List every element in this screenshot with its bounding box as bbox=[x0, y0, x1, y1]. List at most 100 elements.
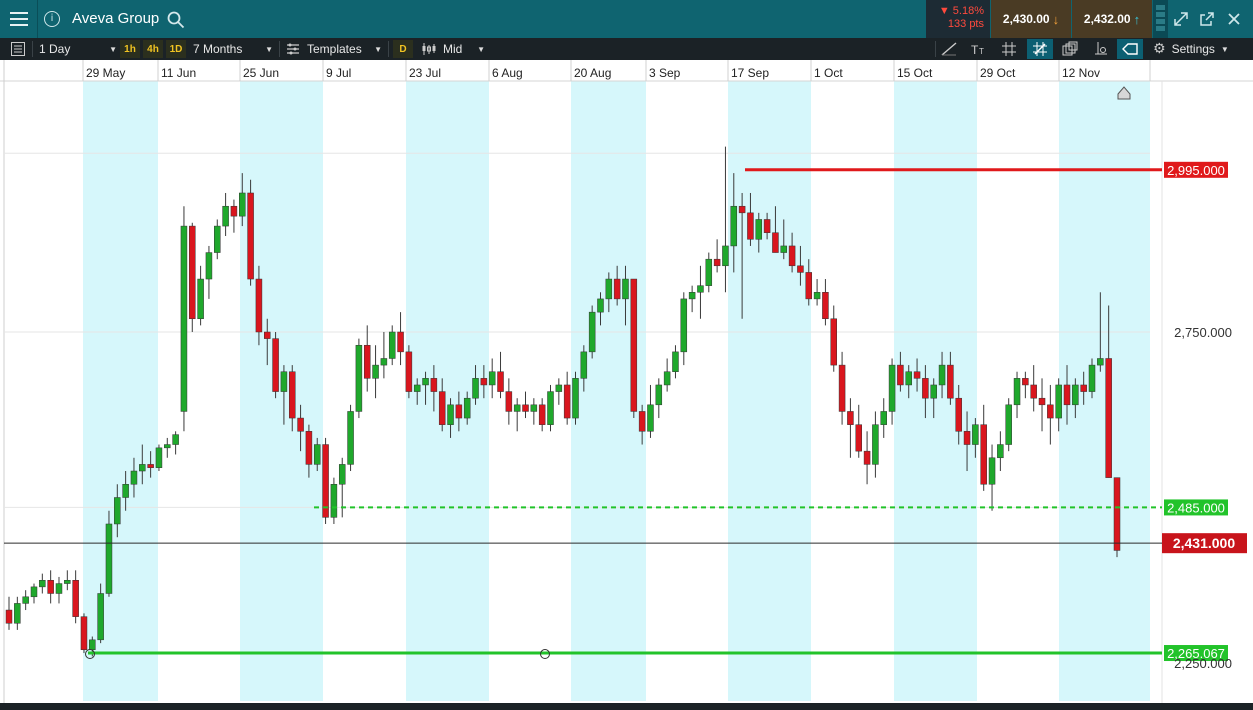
candles-icon bbox=[422, 43, 436, 55]
candle-body bbox=[538, 404, 546, 425]
candle-body bbox=[555, 384, 563, 392]
candle-body bbox=[972, 424, 979, 445]
candle-body bbox=[1022, 378, 1029, 386]
candle-body bbox=[988, 457, 996, 485]
candle-body bbox=[355, 344, 363, 412]
d-button[interactable]: D bbox=[393, 40, 413, 58]
info-button[interactable]: i bbox=[38, 0, 66, 38]
close-icon[interactable] bbox=[1226, 11, 1242, 27]
candle-body bbox=[22, 596, 29, 604]
chevron-down-icon: ▼ bbox=[109, 44, 117, 54]
candle-body bbox=[713, 258, 721, 267]
candle-body bbox=[430, 378, 438, 392]
candle-body bbox=[55, 583, 63, 594]
menu-button[interactable] bbox=[0, 0, 38, 38]
candle-body bbox=[438, 391, 446, 425]
candle-body bbox=[239, 192, 246, 217]
candle-body bbox=[372, 364, 379, 379]
candle-body bbox=[838, 364, 846, 412]
trading-app: i Aveva Group ▼ 5.18% 133 pts 2,430.00 ↓ … bbox=[0, 0, 1253, 710]
layers-icon[interactable] bbox=[1062, 41, 1078, 56]
candle-body bbox=[488, 371, 496, 386]
popout-icon[interactable] bbox=[1199, 11, 1215, 27]
candle-body bbox=[230, 205, 238, 217]
candle-body bbox=[655, 384, 663, 406]
candle-body bbox=[580, 351, 588, 379]
candle-body bbox=[147, 464, 154, 468]
candle-body bbox=[130, 470, 138, 485]
alerts-button[interactable] bbox=[1117, 39, 1143, 59]
buy-button[interactable]: 2,432.00 ↑ bbox=[1072, 0, 1152, 38]
draw-line-icon[interactable] bbox=[941, 42, 957, 56]
y-axis-label: 2,250.000 bbox=[1174, 656, 1232, 671]
range-select[interactable]: 7 Months ▼ bbox=[193, 38, 273, 60]
interval-select[interactable]: 1 Day ▼ bbox=[39, 38, 117, 60]
candle-body bbox=[447, 404, 454, 425]
chart-canvas[interactable]: 29 May 11 Jun 25 Jun 9 Jul 23 Jul 6 Aug 20 Aug… bbox=[0, 60, 1253, 710]
period-band bbox=[728, 81, 811, 701]
grid-icon[interactable] bbox=[1002, 42, 1016, 56]
interval-1d-button[interactable]: 1D bbox=[166, 40, 186, 58]
candle-body bbox=[64, 580, 71, 584]
candle-body bbox=[155, 447, 163, 468]
gear-icon: ⚙ bbox=[1153, 41, 1166, 57]
candle-body bbox=[288, 371, 296, 419]
candle-body bbox=[1113, 477, 1121, 551]
interval-4h-button[interactable]: 4h bbox=[143, 40, 163, 58]
candle-body bbox=[338, 464, 346, 485]
candle-body bbox=[413, 384, 421, 392]
candle-body bbox=[797, 265, 804, 273]
buy-arrow-icon: ↑ bbox=[1133, 11, 1141, 27]
candle-body bbox=[380, 358, 388, 366]
x-axis-label: 23 Jul bbox=[409, 66, 441, 80]
indicators-icon[interactable] bbox=[1093, 41, 1109, 56]
chart-bottom-bar bbox=[0, 703, 1253, 710]
crosshair-grid-button[interactable] bbox=[1027, 39, 1053, 59]
candle-body bbox=[772, 232, 779, 253]
crosshair-grid-icon bbox=[1033, 42, 1047, 56]
text-tool-icon[interactable]: TT bbox=[970, 42, 988, 56]
search-icon[interactable] bbox=[167, 11, 185, 29]
candle-body bbox=[14, 603, 21, 624]
candle-body bbox=[747, 212, 754, 240]
sell-button[interactable]: 2,430.00 ↓ bbox=[991, 0, 1071, 38]
candle-body bbox=[1013, 378, 1021, 406]
chart-list-icon[interactable] bbox=[11, 42, 25, 56]
candle-body bbox=[180, 225, 188, 412]
candle-body bbox=[1055, 384, 1062, 419]
price-type-select[interactable]: Mid ▼ bbox=[421, 38, 485, 60]
candle-body bbox=[680, 298, 688, 353]
candle-body bbox=[805, 272, 813, 300]
candle-body bbox=[122, 484, 129, 498]
change-percent: ▼ 5.18% bbox=[938, 5, 984, 17]
candle-body bbox=[347, 411, 354, 465]
candle-body bbox=[930, 384, 937, 399]
x-axis-label: 29 May bbox=[86, 66, 125, 80]
candle-body bbox=[822, 292, 829, 320]
range-value: 7 Months bbox=[193, 42, 243, 56]
chevron-down-icon: ▼ bbox=[477, 44, 485, 54]
price-chart[interactable]: 29 May 11 Jun 25 Jun 9 Jul 23 Jul 6 Aug 20 Aug… bbox=[0, 60, 1253, 710]
candle-body bbox=[922, 378, 929, 399]
candle-body bbox=[105, 523, 113, 594]
templates-select[interactable]: Templates ▼ bbox=[286, 38, 382, 60]
candle-body bbox=[880, 411, 887, 425]
x-axis-label: 29 Oct bbox=[980, 66, 1016, 80]
candle-body bbox=[872, 424, 879, 465]
x-axis-label: 17 Sep bbox=[731, 66, 769, 80]
templates-icon bbox=[287, 43, 299, 55]
candle-body bbox=[813, 292, 821, 300]
expand-icon[interactable] bbox=[1173, 11, 1189, 27]
settings-button[interactable]: ⚙ Settings ▼ bbox=[1153, 38, 1229, 60]
x-axis-label: 20 Aug bbox=[574, 66, 611, 80]
candle-body bbox=[888, 364, 896, 412]
candle-body bbox=[597, 298, 604, 313]
chart-toolbar: 1 Day ▼ 1h 4h 1D 7 Months ▼ Templates ▼ D M… bbox=[0, 38, 1253, 60]
candle-body bbox=[205, 252, 213, 280]
candle-body bbox=[913, 371, 921, 379]
change-points: 133 pts bbox=[947, 18, 984, 30]
instrument-header: i Aveva Group ▼ 5.18% 133 pts 2,430.00 ↓ … bbox=[0, 0, 1253, 38]
instrument-title[interactable]: Aveva Group bbox=[72, 10, 159, 27]
interval-1h-button[interactable]: 1h bbox=[120, 40, 140, 58]
candle-body bbox=[264, 331, 271, 339]
